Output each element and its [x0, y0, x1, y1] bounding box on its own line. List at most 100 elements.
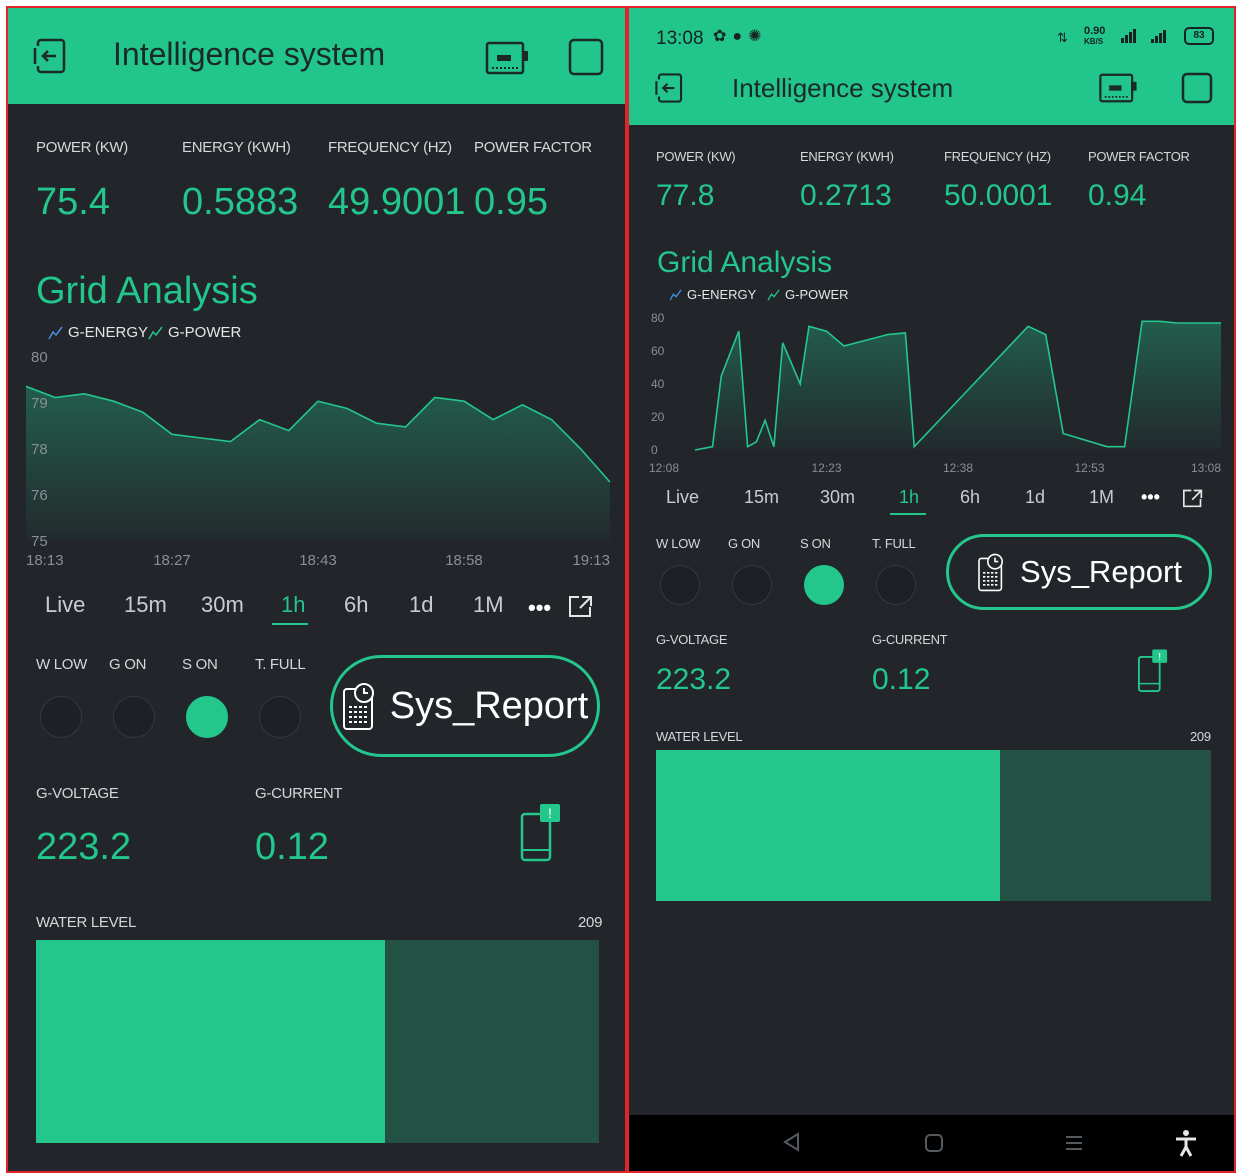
y-tick-label: 75: [31, 533, 48, 550]
tab-period-live[interactable]: Live: [666, 487, 699, 508]
water-level-max: 209: [1190, 729, 1211, 744]
legend-g-energy[interactable]: G-ENERGY: [669, 287, 756, 302]
y-tick-label: 40: [651, 377, 665, 391]
phone-notification-icon[interactable]: !: [520, 802, 562, 869]
y-tick-label: 60: [651, 344, 665, 358]
line-chart-icon: [669, 288, 682, 300]
tab-period-1m[interactable]: 1M: [1089, 487, 1114, 508]
water-level-fill: [656, 750, 1001, 901]
tab-period-1h[interactable]: 1h: [899, 487, 919, 508]
led-label-w-low: W LOW: [36, 656, 87, 673]
legend-g-energy[interactable]: G-ENERGY: [48, 324, 148, 341]
legend-label: G-ENERGY: [68, 324, 149, 341]
power-factor-value: 0.94: [1088, 179, 1147, 212]
expand-icon[interactable]: [1181, 488, 1205, 513]
x-tick-label: 18:27: [153, 552, 191, 569]
frequency-label: FREQUENCY (HZ): [328, 139, 452, 156]
sys-report-label: Sys_Report: [389, 684, 589, 727]
x-tick-label: 18:58: [445, 552, 483, 569]
energy-label: ENERGY (KWH): [182, 139, 291, 156]
x-tick-label: 18:43: [299, 552, 337, 569]
battery-icon: 83: [1184, 27, 1214, 45]
series-area-g-power: [695, 321, 1221, 450]
led-label-w-low: W LOW: [656, 536, 700, 551]
home-nav-icon[interactable]: [924, 1133, 944, 1158]
sys-report-button[interactable]: Sys_Report: [946, 534, 1212, 610]
tab-period-30m[interactable]: 30m: [820, 487, 855, 508]
x-tick-label: 12:53: [1074, 461, 1104, 475]
led-indicator-w-low: [40, 696, 82, 738]
more-dots-icon[interactable]: •••: [528, 595, 551, 621]
signal-icon: [1119, 28, 1177, 49]
chart-title: Grid Analysis: [36, 270, 258, 312]
line-chart-icon: [48, 326, 63, 339]
led-label-g-on: G ON: [728, 536, 761, 551]
accessibility-icon[interactable]: [1173, 1129, 1199, 1162]
legend-g-power[interactable]: G-POWER: [767, 287, 849, 302]
tab-period-15m[interactable]: 15m: [744, 487, 779, 508]
device-icon[interactable]: [1098, 73, 1138, 108]
selected-period-underline: [272, 623, 308, 625]
tab-period-1d[interactable]: 1d: [409, 592, 433, 618]
selected-period-underline: [890, 513, 926, 515]
grid-analysis-chart[interactable]: 80 79 78 76 75 18:13 18:27 18:43 18:58 19:13: [8, 343, 627, 573]
power-value: 77.8: [656, 179, 715, 212]
report-clock-icon: [978, 553, 1004, 592]
status-time: 13:08: [656, 28, 704, 49]
water-level-fill: [36, 940, 386, 1143]
led-label-t-full: T. FULL: [872, 536, 916, 551]
power-label: POWER (KW): [36, 139, 128, 156]
tab-period-1m[interactable]: 1M: [473, 592, 504, 618]
led-indicator-s-on: [186, 696, 228, 738]
led-indicator-s-on: [804, 565, 844, 605]
exit-app-icon[interactable]: [653, 71, 687, 110]
expand-icon[interactable]: [568, 594, 594, 623]
android-nav-bar: [629, 1115, 1234, 1171]
tab-period-1h[interactable]: 1h: [281, 592, 305, 618]
led-indicator-g-on: [732, 565, 772, 605]
exit-app-icon[interactable]: [32, 36, 70, 81]
g-current-label: G-CURRENT: [872, 632, 948, 647]
led-indicator-t-full: [876, 565, 916, 605]
energy-value: 0.2713: [800, 179, 892, 212]
power-factor-label: POWER FACTOR: [1088, 149, 1190, 164]
energy-value: 0.5883: [182, 181, 299, 223]
g-current-value: 0.12: [872, 663, 931, 696]
led-indicator-g-on: [113, 696, 155, 738]
x-tick-label: 18:13: [26, 552, 64, 569]
tab-period-15m[interactable]: 15m: [124, 592, 167, 618]
phone-notification-icon[interactable]: !: [1134, 648, 1172, 699]
tab-period-1d[interactable]: 1d: [1025, 487, 1045, 508]
line-chart-icon: [148, 326, 163, 339]
device-icon[interactable]: [485, 41, 529, 80]
sys-report-button[interactable]: Sys_Report: [330, 655, 600, 757]
tab-period-live[interactable]: Live: [45, 592, 85, 618]
app-title: Intelligence system: [113, 36, 386, 72]
tab-period-30m[interactable]: 30m: [201, 592, 244, 618]
led-indicator-t-full: [259, 696, 301, 738]
menu-nav-icon[interactable]: [1064, 1133, 1084, 1158]
legend-g-power[interactable]: G-POWER: [148, 324, 241, 341]
tab-period-6h[interactable]: 6h: [960, 487, 980, 508]
more-dots-icon[interactable]: •••: [1141, 487, 1160, 508]
y-tick-label: 20: [651, 410, 665, 424]
left-screenshot-panel: Intelligence system POWER (KW) 75.4 ENER…: [6, 6, 627, 1173]
series-area-g-power: [26, 386, 610, 541]
x-tick-label: 19:13: [572, 552, 610, 569]
square-icon[interactable]: [1181, 72, 1213, 109]
back-nav-icon[interactable]: [781, 1131, 803, 1158]
water-level-label: WATER LEVEL: [656, 729, 743, 744]
grid-analysis-chart[interactable]: 80 60 40 20 0 12:08 12:23 12:38 12:53 13:08: [629, 304, 1236, 479]
net-speed: 0.90: [1084, 25, 1106, 37]
x-tick-label: 12:38: [943, 461, 973, 475]
tab-period-6h[interactable]: 6h: [344, 592, 368, 618]
square-icon[interactable]: [568, 38, 604, 81]
svg-text:!: !: [548, 805, 552, 821]
svg-text:!: !: [1158, 652, 1161, 663]
g-current-label: G-CURRENT: [255, 785, 343, 802]
y-tick-label: 0: [651, 443, 658, 457]
right-screenshot-panel: 13:08 ✿●✺ ⇅ 0.90 KB/S 83 Intelligence sy…: [627, 6, 1236, 1173]
led-label-s-on: S ON: [182, 656, 218, 673]
legend-label: G-POWER: [168, 324, 242, 341]
power-factor-value: 0.95: [474, 181, 548, 223]
